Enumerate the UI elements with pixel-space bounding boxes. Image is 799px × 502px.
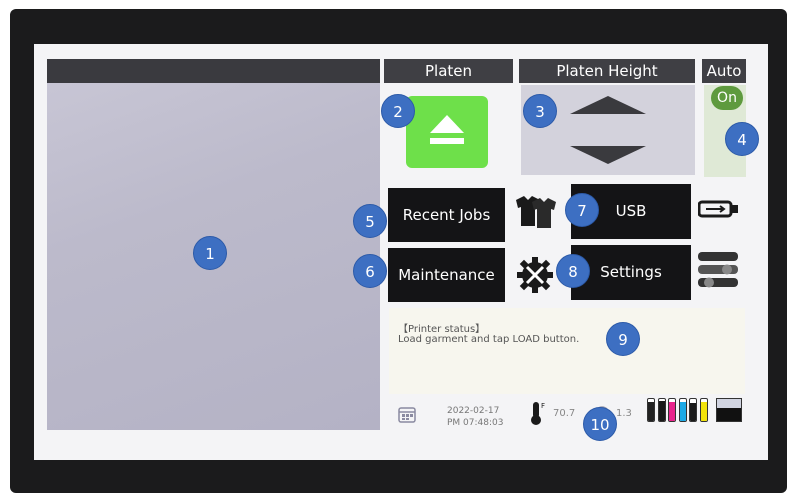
temperature-readout: 70.7	[553, 408, 576, 419]
ink-fill	[690, 403, 696, 421]
eject-icon	[430, 115, 464, 133]
printer-status-message: Load garment and tap LOAD button.	[398, 334, 580, 345]
auto-on-toggle[interactable]: On	[711, 86, 743, 110]
svg-text:F: F	[541, 402, 545, 410]
platen-height-up-button[interactable]	[570, 96, 646, 114]
marker-1: 1	[193, 236, 227, 270]
platen-height-tab: Platen Height	[519, 59, 695, 83]
ink-fill	[669, 402, 675, 421]
auto-tab: Auto	[702, 59, 746, 83]
preview-header-bar	[47, 59, 380, 83]
tshirt-icon	[516, 196, 556, 228]
ink-cartridge-6	[699, 398, 708, 422]
ink-fill	[679, 402, 686, 421]
platen-tab: Platen	[384, 59, 513, 83]
ink-fill	[658, 401, 665, 421]
marker-4: 4	[725, 122, 759, 156]
ink-fill	[648, 402, 654, 421]
ink-cartridge-2	[657, 398, 666, 422]
settings-sliders-icon	[698, 252, 738, 288]
ink-fill	[700, 402, 707, 421]
status-date: 2022-02-17	[447, 406, 500, 416]
ink-cartridge-4	[678, 398, 687, 422]
marker-6: 6	[353, 254, 387, 288]
recent-jobs-button[interactable]: Recent Jobs	[388, 188, 505, 242]
eject-icon-bar	[430, 138, 464, 144]
usb-drive-icon	[698, 200, 738, 218]
platen-height-down-button[interactable]	[570, 146, 646, 164]
thermometer-icon: F	[531, 402, 545, 425]
white-ink-fill	[717, 407, 741, 421]
marker-8: 8	[556, 254, 590, 288]
marker-7: 7	[565, 193, 599, 227]
marker-10: 10	[583, 407, 617, 441]
ink-cartridge-1	[647, 398, 655, 422]
status-time: PM 07:48:03	[447, 418, 504, 428]
humidity-readout: 1.3	[616, 408, 632, 419]
marker-3: 3	[523, 94, 557, 128]
maintenance-button[interactable]: Maintenance	[388, 248, 505, 302]
ink-cartridge-3	[668, 398, 676, 422]
calendar-icon	[398, 407, 416, 423]
ink-cartridge-5	[689, 398, 697, 422]
white-ink-level	[716, 398, 742, 422]
printer-status-title: 【Printer status】	[398, 324, 486, 335]
gear-tools-icon	[517, 257, 553, 293]
marker-9: 9	[606, 322, 640, 356]
marker-5: 5	[353, 204, 387, 238]
marker-2: 2	[381, 94, 415, 128]
